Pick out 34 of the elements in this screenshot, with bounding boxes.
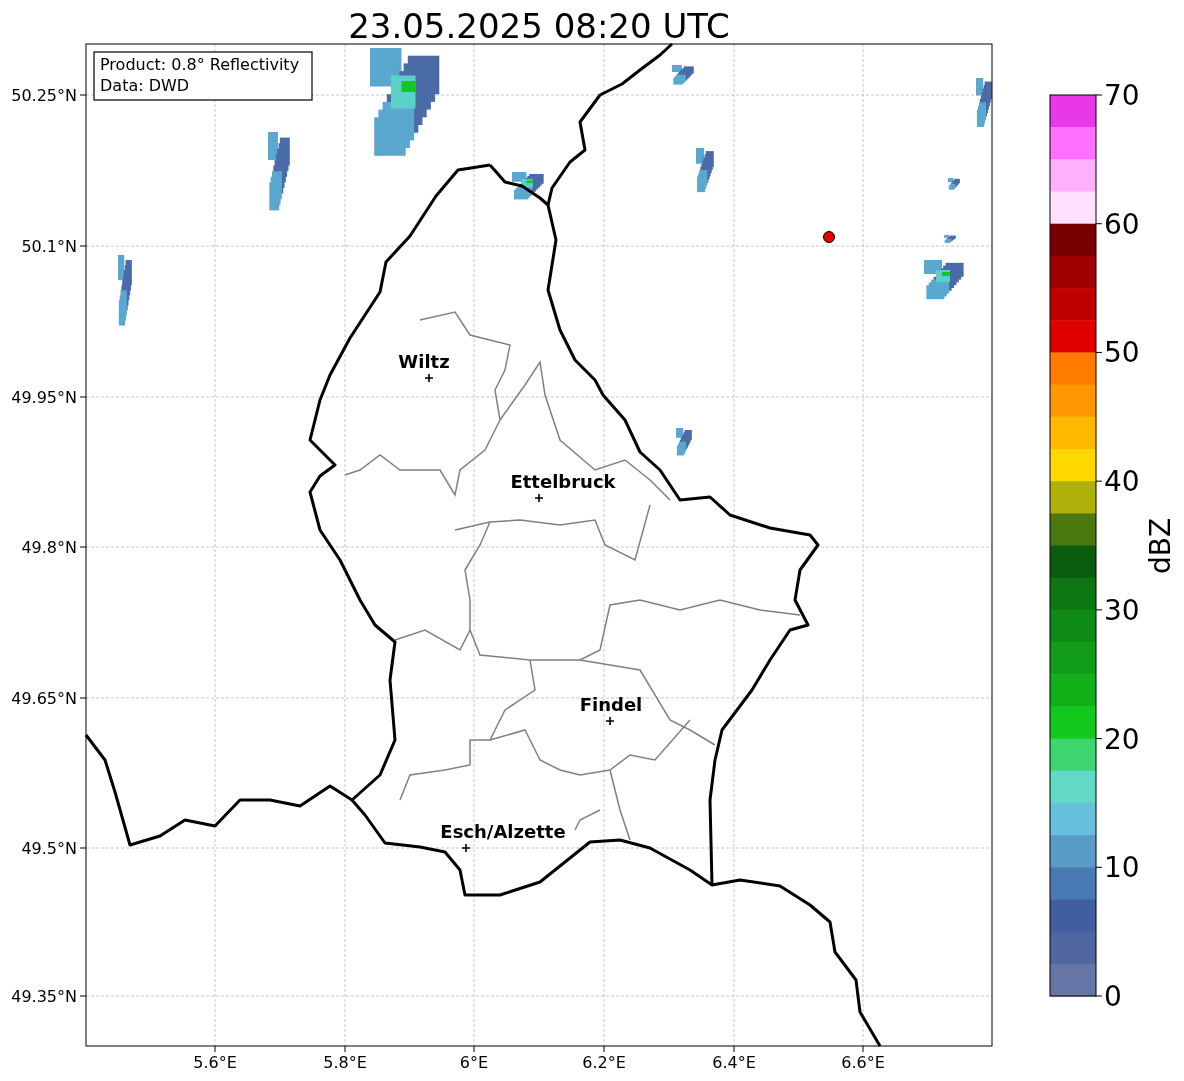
latitude-tick-label: 49.5°N [21, 839, 77, 858]
city-label: Ettelbruck [510, 471, 616, 492]
city-label: Wiltz [398, 351, 450, 372]
colorbar-tick-label: 40 [1104, 465, 1140, 499]
info-text: Data: DWD [100, 76, 190, 95]
colorbar-tick-label: 20 [1104, 722, 1140, 756]
longitude-tick-label: 5.6°E [193, 1053, 237, 1072]
colorbar-tick-label: 10 [1104, 851, 1140, 885]
colorbar-tick-label: 0 [1104, 980, 1122, 1013]
latitude-tick-label: 49.8°N [21, 538, 77, 557]
city-label: Esch/Alzette [440, 821, 566, 842]
city-marker-icon [461, 843, 471, 853]
longitude-tick-label: 5.8°E [323, 1053, 367, 1072]
longitude-tick-label: 6.2°E [582, 1053, 626, 1072]
chart-title: 23.05.2025 08:20 UTC [348, 6, 730, 46]
city-label: Findel [579, 694, 643, 715]
colorbar-label: dBZ [1144, 517, 1177, 575]
city-marker-icon [605, 716, 615, 726]
colorbar-tick-label: 50 [1104, 336, 1140, 370]
colorbar-tick-label: 70 [1104, 79, 1140, 112]
longitude-tick-label: 6.4°E [712, 1053, 756, 1072]
colorbar-tick-label: 60 [1104, 207, 1140, 241]
location-marker [823, 231, 835, 243]
city-marker-icon [534, 493, 544, 503]
latitude-tick-label: 49.95°N [11, 388, 77, 407]
info-text: Product: 0.8° Reflectivity [100, 55, 300, 74]
latitude-tick-label: 50.25°N [11, 86, 77, 105]
city-marker-icon [424, 373, 434, 383]
colorbar-tick-label: 30 [1104, 593, 1140, 627]
latitude-tick-label: 49.35°N [11, 987, 77, 1006]
longitude-tick-label: 6°E [459, 1053, 489, 1072]
latitude-tick-label: 49.65°N [11, 689, 77, 708]
latitude-tick-label: 50.1°N [21, 237, 77, 256]
longitude-tick-label: 6.6°E [841, 1053, 885, 1072]
